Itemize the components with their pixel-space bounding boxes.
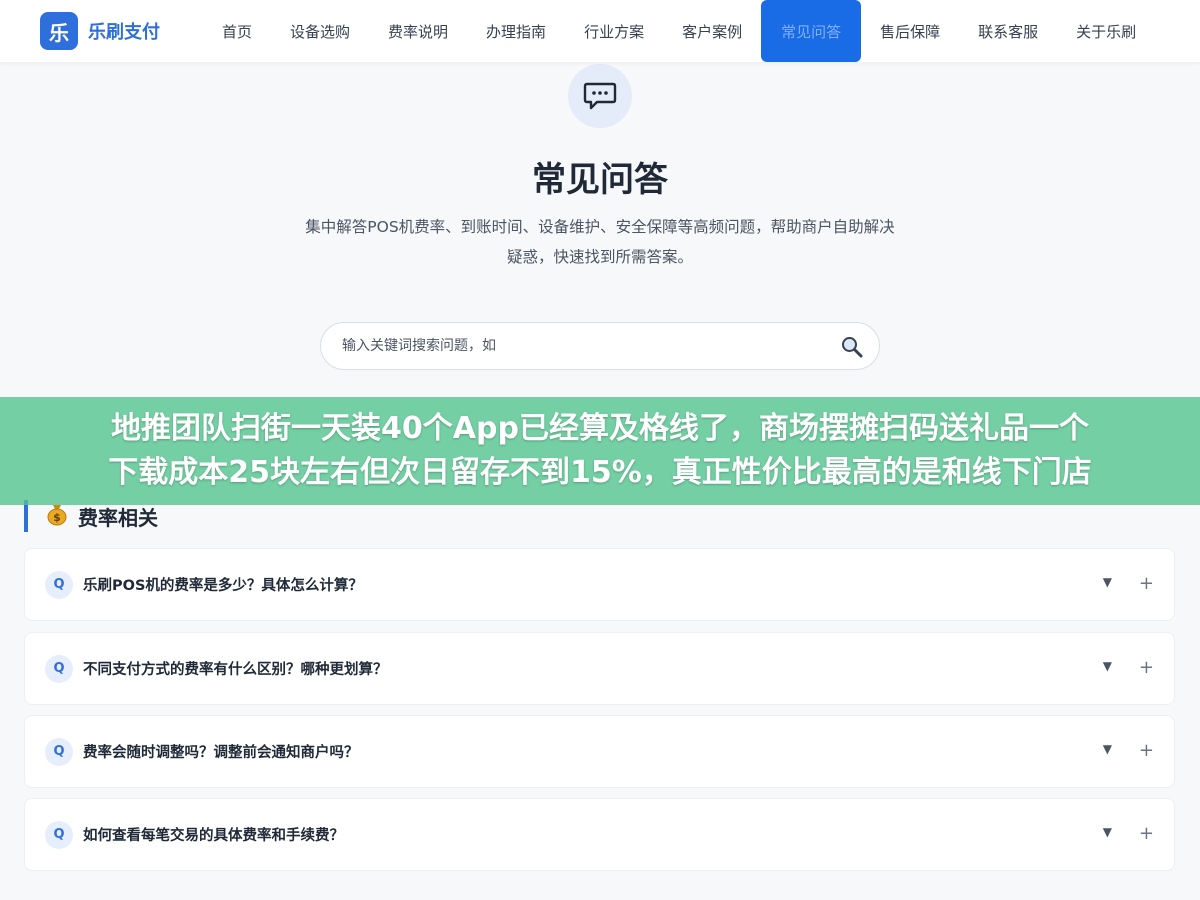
- overlay-banner: 地推团队扫街一天装40个App已经算及格线了，商场摆摊扫码送礼品一个 下载成本2…: [0, 397, 1200, 505]
- chevron-down-icon[interactable]: ▼: [1103, 575, 1112, 589]
- page-title: 常见问答: [532, 160, 668, 200]
- chat-bubble-icon: [568, 64, 632, 128]
- faq-item[interactable]: Q 如何查看每笔交易的具体费率和手续费？ ▼ +: [24, 798, 1175, 871]
- section-title: 费率相关: [78, 505, 158, 530]
- faq-item[interactable]: Q 不同支付方式的费率有什么区别？哪种更划算？ ▼ +: [24, 632, 1175, 705]
- nav-item-rates[interactable]: 费率说明: [369, 0, 467, 62]
- faq-question: 如何查看每笔交易的具体费率和手续费？: [83, 828, 344, 844]
- search-input[interactable]: [342, 326, 812, 366]
- question-badge: Q: [45, 570, 73, 599]
- nav-item-about[interactable]: 关于乐刷: [1057, 0, 1155, 62]
- site-header: 乐 乐刷支付 首页 设备选购 费率说明 办理指南 行业方案 客户案例 常见问答 …: [0, 0, 1200, 62]
- expand-plus-icon[interactable]: +: [1139, 573, 1154, 594]
- main-nav: 首页 设备选购 费率说明 办理指南 行业方案 客户案例 常见问答 售后保障 联系…: [203, 0, 1155, 62]
- overlay-line-1: 地推团队扫街一天装40个App已经算及格线了，商场摆摊扫码送礼品一个: [111, 411, 1089, 446]
- nav-item-devices[interactable]: 设备选购: [271, 0, 369, 62]
- faq-question: 乐刷POS机的费率是多少？具体怎么计算？: [83, 578, 363, 594]
- page-description: 集中解答POS机费率、到账时间、设备维护、安全保障等高频问题，帮助商户自助解决疑…: [305, 218, 895, 266]
- expand-plus-icon[interactable]: +: [1139, 657, 1154, 678]
- logo-badge: 乐: [40, 12, 78, 50]
- nav-item-home[interactable]: 首页: [203, 0, 271, 62]
- nav-item-contact[interactable]: 联系客服: [959, 0, 1057, 62]
- expand-plus-icon[interactable]: +: [1139, 740, 1154, 761]
- faq-question: 不同支付方式的费率有什么区别？哪种更划算？: [83, 662, 388, 678]
- faq-question: 费率会随时调整吗？调整前会通知商户吗？: [83, 745, 359, 761]
- brand-logo[interactable]: 乐 乐刷支付: [40, 12, 160, 50]
- question-badge: Q: [45, 820, 73, 849]
- search-icon[interactable]: [839, 334, 865, 360]
- nav-item-cases[interactable]: 客户案例: [663, 0, 761, 62]
- nav-item-guide[interactable]: 办理指南: [467, 0, 565, 62]
- faq-item[interactable]: Q 乐刷POS机的费率是多少？具体怎么计算？ ▼ +: [24, 548, 1175, 621]
- chevron-down-icon[interactable]: ▼: [1103, 659, 1112, 673]
- svg-text:$: $: [53, 511, 61, 524]
- chevron-down-icon[interactable]: ▼: [1103, 825, 1112, 839]
- money-bag-icon: $: [46, 502, 68, 530]
- chevron-down-icon[interactable]: ▼: [1103, 742, 1112, 756]
- faq-item[interactable]: Q 费率会随时调整吗？调整前会通知商户吗？ ▼ +: [24, 715, 1175, 788]
- nav-item-solutions[interactable]: 行业方案: [565, 0, 663, 62]
- overlay-line-2: 下载成本25块左右但次日留存不到15%，真正性价比最高的是和线下门店: [108, 455, 1092, 490]
- question-badge: Q: [45, 737, 73, 766]
- nav-item-after-sales[interactable]: 售后保障: [861, 0, 959, 62]
- nav-item-faq[interactable]: 常见问答: [761, 0, 862, 62]
- brand-name: 乐刷支付: [88, 22, 160, 43]
- search-box: [320, 322, 880, 370]
- question-badge: Q: [45, 654, 73, 683]
- expand-plus-icon[interactable]: +: [1139, 823, 1154, 844]
